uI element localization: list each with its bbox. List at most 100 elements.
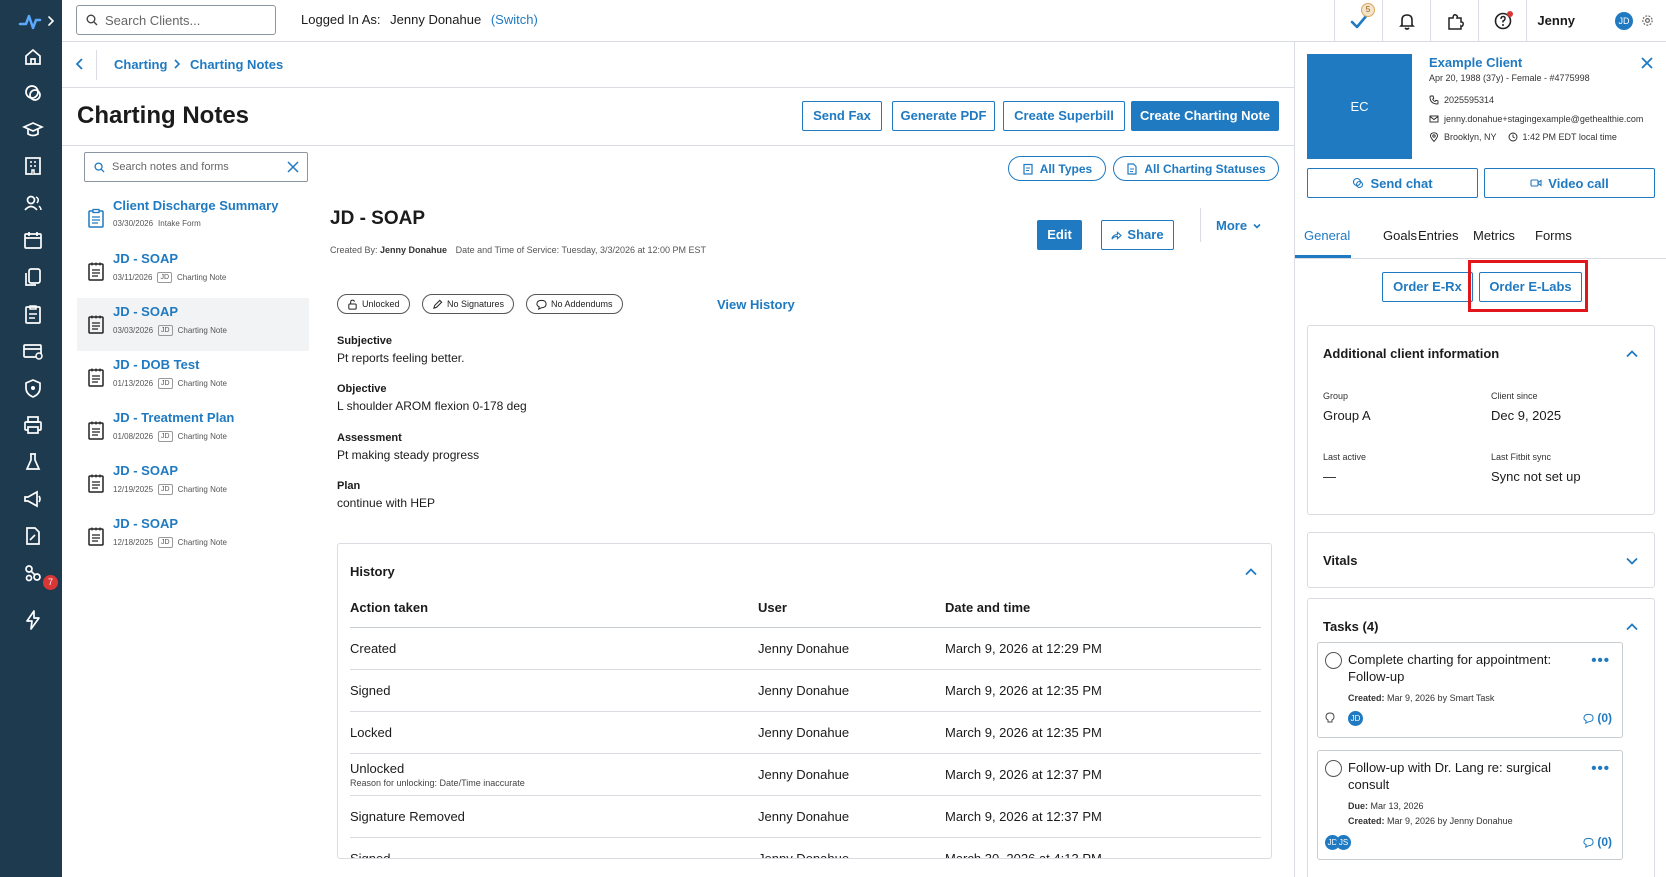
chevron-up-icon[interactable]: [1243, 564, 1259, 580]
group-label: Group: [1323, 391, 1349, 401]
video-call-button[interactable]: Video call: [1484, 168, 1655, 198]
notes-search[interactable]: [84, 152, 308, 182]
task-complete-radio[interactable]: [1325, 652, 1342, 669]
history-action-text: Created: [350, 640, 397, 656]
list-item[interactable]: JD - Treatment Plan 01/08/2026 JD Charting…: [77, 404, 309, 457]
note-date: 01/08/2026: [113, 432, 154, 441]
document-edit-icon[interactable]: [22, 525, 44, 547]
search-clients[interactable]: [76, 5, 276, 35]
filter-statuses[interactable]: All Charting Statuses: [1113, 156, 1279, 181]
note-type: Charting Note: [177, 379, 227, 388]
gear-icon[interactable]: [1641, 14, 1654, 27]
edit-button[interactable]: Edit: [1037, 220, 1082, 250]
education-icon[interactable]: [21, 118, 45, 140]
tab-metrics[interactable]: Metrics: [1473, 228, 1515, 243]
task-created-label: Created:: [1348, 693, 1385, 703]
help-button[interactable]: [1478, 0, 1526, 41]
chevron-down-icon[interactable]: [1624, 553, 1640, 569]
user-menu[interactable]: Jenny JD: [1526, 0, 1666, 41]
create-superbill-button[interactable]: Create Superbill: [1003, 101, 1125, 131]
create-charting-note-button[interactable]: Create Charting Note: [1131, 101, 1279, 131]
tab-entries[interactable]: Entries: [1418, 228, 1458, 243]
list-item[interactable]: JD - DOB Test 01/13/2026 JD Charting Note: [77, 351, 309, 404]
task-created: Created: Mar 9, 2026 by Jenny Donahue: [1348, 816, 1513, 826]
tab-general[interactable]: General: [1304, 228, 1350, 243]
megaphone-icon[interactable]: [22, 488, 44, 510]
generate-pdf-button[interactable]: Generate PDF: [892, 101, 995, 131]
breadcrumb-charting[interactable]: Charting: [114, 57, 167, 72]
chevron-up-icon[interactable]: [1624, 619, 1640, 635]
page-title: Charting Notes: [77, 102, 250, 129]
notes-list: Client Discharge Summary 03/30/2026 Intak…: [77, 192, 309, 563]
document-icon: [1127, 162, 1137, 175]
logged-in-user: Jenny Donahue: [390, 12, 482, 27]
section-assessment: Assessment Pt making steady progress: [337, 432, 479, 462]
tab-forms[interactable]: Forms: [1535, 228, 1572, 243]
client-tabs: General Goals Entries Metrics Forms: [1295, 214, 1666, 259]
building-icon[interactable]: [22, 155, 44, 177]
more-options-icon[interactable]: •••: [1591, 760, 1610, 777]
calendar-icon[interactable]: [22, 229, 44, 251]
flask-icon[interactable]: [22, 451, 44, 473]
shield-icon[interactable]: [22, 377, 44, 399]
task-comments[interactable]: (0): [1583, 835, 1612, 849]
note-type: Charting Note: [177, 273, 227, 282]
note-title: Client Discharge Summary: [113, 198, 279, 213]
documents-icon[interactable]: [22, 266, 44, 288]
chevron-left-icon[interactable]: [72, 56, 88, 72]
task-comments-count: (0): [1597, 835, 1612, 849]
send-chat-button[interactable]: Send chat: [1307, 168, 1478, 198]
task-complete-radio[interactable]: [1325, 760, 1342, 777]
list-item[interactable]: JD - SOAP 03/11/2026 JD Charting Note: [77, 245, 309, 298]
vitals-card[interactable]: Vitals: [1307, 532, 1655, 588]
lightning-icon[interactable]: [22, 609, 44, 631]
printer-icon[interactable]: [22, 414, 44, 436]
breadcrumb-charting-notes[interactable]: Charting Notes: [190, 57, 283, 72]
billing-icon[interactable]: [22, 340, 44, 362]
healthie-logo[interactable]: [18, 10, 58, 32]
puzzle-icon: [1447, 13, 1464, 30]
home-icon[interactable]: [22, 46, 44, 68]
note-author-chip: JD: [158, 537, 173, 548]
switch-user-link[interactable]: (Switch): [491, 12, 538, 27]
view-history-link[interactable]: View History: [717, 297, 795, 312]
client-name-link[interactable]: Example Client: [1429, 55, 1522, 70]
list-item-selected[interactable]: JD - SOAP 03/03/2026 JD Charting Note: [77, 298, 309, 351]
addendums-status: No Addendums: [551, 299, 613, 309]
more-options-icon[interactable]: •••: [1591, 652, 1610, 669]
clipboard-icon[interactable]: [22, 303, 44, 325]
history-user: Jenny Donahue: [758, 627, 945, 670]
more-label: More: [1216, 218, 1248, 233]
users-icon[interactable]: [22, 192, 44, 214]
additional-info-card: Additional client information Group Grou…: [1307, 325, 1655, 515]
send-fax-button[interactable]: Send Fax: [802, 101, 882, 131]
share-icon: [1111, 230, 1123, 240]
note-date: 01/13/2026: [113, 379, 154, 388]
more-dropdown[interactable]: More: [1216, 218, 1262, 233]
order-erx-button[interactable]: Order E-Rx: [1382, 272, 1473, 302]
share-button[interactable]: Share: [1101, 220, 1174, 250]
task-comments[interactable]: (0): [1583, 711, 1612, 725]
list-item[interactable]: Client Discharge Summary 03/30/2026 Intak…: [77, 192, 309, 245]
search-clients-input[interactable]: [105, 12, 265, 28]
chevron-up-icon[interactable]: [1624, 346, 1640, 362]
filter-types[interactable]: All Types: [1008, 156, 1106, 181]
list-item[interactable]: JD - SOAP 12/18/2025 JD Charting Note: [77, 510, 309, 563]
user-avatar: JD: [1615, 11, 1633, 30]
task-created-value: Mar 9, 2026 by Jenny Donahue: [1387, 816, 1513, 826]
notes-search-input[interactable]: [112, 161, 282, 173]
signatures-status: No Signatures: [447, 299, 505, 309]
tab-goals[interactable]: Goals: [1383, 228, 1417, 243]
history-user: Jenny Donahue: [758, 669, 945, 712]
close-icon[interactable]: [287, 161, 299, 173]
list-item[interactable]: JD - SOAP 12/19/2025 JD Charting Note: [77, 457, 309, 510]
integrations-icon[interactable]: [22, 562, 44, 584]
integrations-button[interactable]: [1430, 0, 1478, 41]
note-date: 03/11/2026: [113, 273, 153, 282]
chat-icon[interactable]: [22, 82, 44, 104]
notifications-button[interactable]: [1382, 0, 1430, 41]
note-title: JD - SOAP: [113, 463, 179, 478]
tasks-button[interactable]: 5: [1334, 0, 1382, 41]
close-icon[interactable]: [1640, 56, 1654, 70]
notepad-icon: [88, 474, 104, 493]
